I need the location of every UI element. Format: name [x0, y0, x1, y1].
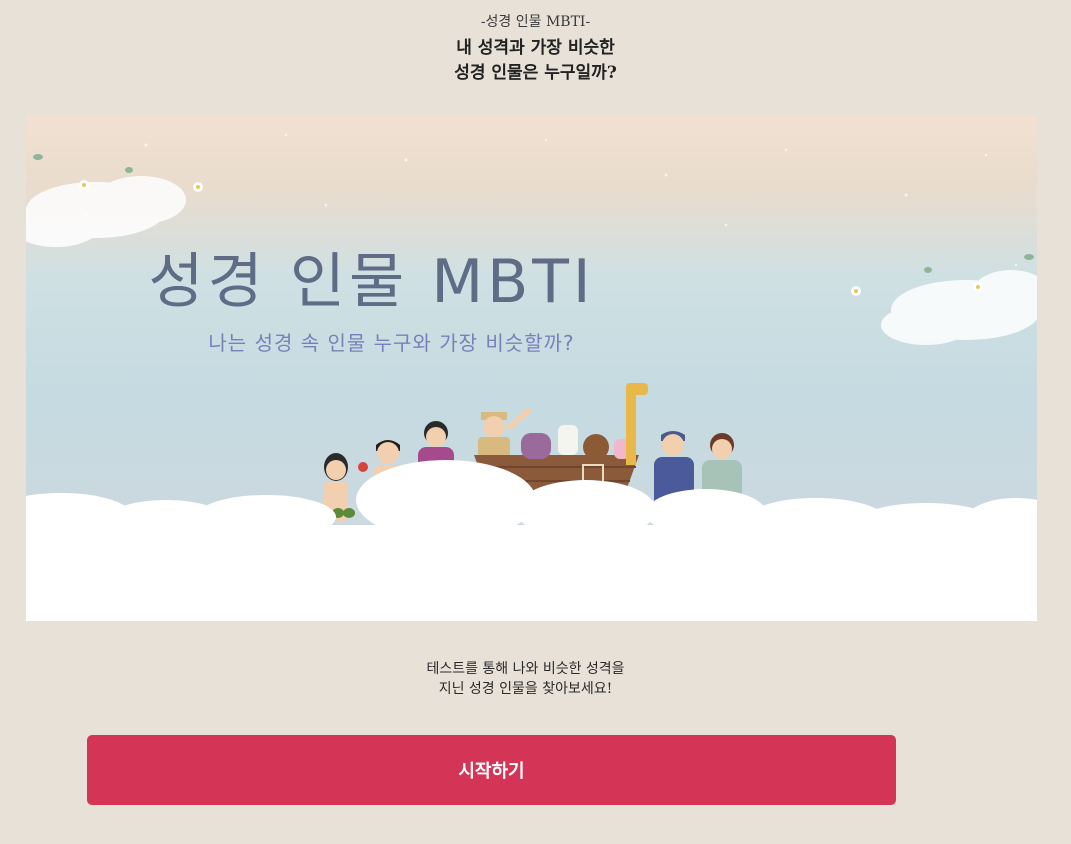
hero-illustration	[26, 133, 1037, 621]
page-title-line-2: 성경 인물은 누구일까?	[454, 63, 617, 83]
test-description-line-1: 테스트를 통해 나와 비슷한 성격을	[426, 661, 625, 677]
page-title: 내 성격과 가장 비슷한 성경 인물은 누구일까?	[0, 36, 1071, 86]
page-kicker: -성경 인물 MBTI-	[480, 14, 591, 30]
character-noah	[478, 408, 531, 457]
test-description: 테스트를 통해 나와 비슷한 성격을 지닌 성경 인물을 찾아보세요!	[0, 659, 1051, 699]
test-description-line-2: 지닌 성경 인물을 찾아보세요!	[438, 681, 613, 697]
start-button[interactable]: 시작하기	[87, 735, 896, 805]
page: -성경 인물 MBTI- 내 성격과 가장 비슷한 성경 인물은 누구일까? 성…	[0, 0, 1071, 844]
cloud-right	[881, 270, 1037, 345]
hero-title: 성경 인물 MBTI	[148, 247, 595, 317]
giraffe	[626, 383, 648, 465]
hero-subtitle: 나는 성경 속 인물 누구와 가장 비슷할까?	[208, 331, 575, 355]
page-title-line-1: 내 성격과 가장 비슷한	[456, 38, 615, 58]
hero-banner-image: 성경 인물 MBTI 나는 성경 속 인물 누구와 가장 비슷할까?	[26, 115, 1037, 621]
